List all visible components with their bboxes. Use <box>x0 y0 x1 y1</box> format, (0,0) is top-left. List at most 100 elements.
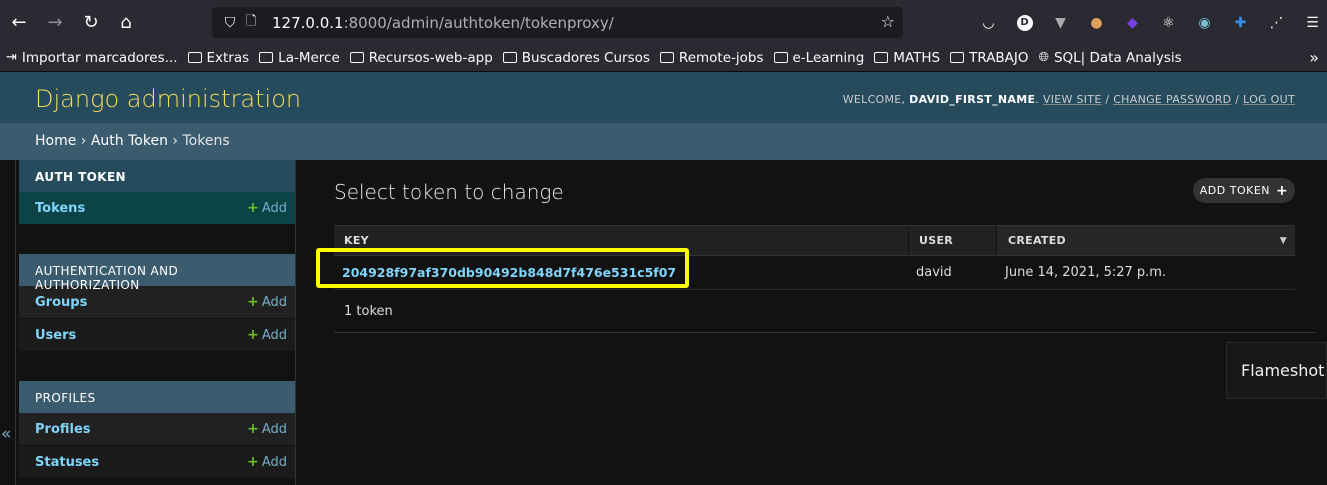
bookmark-star-icon[interactable]: ☆ <box>881 12 895 31</box>
sidebar-item-label[interactable]: Statuses <box>35 455 99 470</box>
home-icon[interactable]: ⌂ <box>108 4 144 40</box>
site-branding[interactable]: Django administration <box>35 85 301 113</box>
bookmark-label: e-Learning <box>792 49 865 66</box>
forward-icon[interactable]: → <box>37 4 73 40</box>
url-host: 127.0.0.1 <box>272 13 344 32</box>
breadcrumb-auth-token[interactable]: Auth Token <box>91 133 168 149</box>
more-bookmarks-icon[interactable]: » <box>1309 48 1319 67</box>
folder-icon <box>950 52 965 63</box>
username: DAVID_FIRST_NAME <box>909 93 1036 106</box>
breadcrumb-separator: › <box>172 133 179 149</box>
sidebar-item-statuses[interactable]: Statuses + Add <box>19 446 295 479</box>
add-link[interactable]: + Add <box>247 421 287 437</box>
menu-icon[interactable]: ☰ <box>1300 10 1325 35</box>
module-profiles: PROFILES Profiles + Add Statuses + Add <box>19 381 295 479</box>
pocket-icon[interactable]: ◡ <box>976 10 1001 35</box>
add-link[interactable]: + Add <box>247 200 287 216</box>
bookmark-item[interactable]: ⇥ Importar marcadores... <box>6 50 178 66</box>
bookmark-item[interactable]: e-Learning <box>773 49 865 66</box>
change-password-link[interactable]: CHANGE PASSWORD <box>1113 93 1231 106</box>
bookmark-label: Buscadores Cursos <box>521 49 650 66</box>
add-link[interactable]: + Add <box>247 327 287 343</box>
sidebar-item-label[interactable]: Tokens <box>35 201 85 216</box>
owl-icon[interactable]: ◉ <box>1192 10 1217 35</box>
user-tools: WELCOME, DAVID_FIRST_NAME. VIEW SITE / C… <box>842 93 1295 106</box>
add-token-label: ADD TOKEN <box>1199 184 1270 197</box>
admin-header: Django administration WELCOME, DAVID_FIR… <box>0 72 1327 123</box>
collapse-icon[interactable]: « <box>1 424 11 444</box>
breadcrumb-home[interactable]: Home <box>35 133 76 149</box>
bookmark-label: Extras <box>206 49 250 66</box>
bookmarks-bar: ⇥ Importar marcadores... Extras La-Merce Rec… <box>0 44 1327 72</box>
module-authentication: AUTHENTICATION AND AUTHORIZATION Groups … <box>19 254 295 352</box>
share-nodes-icon[interactable]: ⋰ <box>1264 10 1289 35</box>
separator: / <box>1105 93 1110 106</box>
sidebar-toggle[interactable]: « <box>0 160 16 485</box>
globe-icon: 🌐︎ <box>1038 50 1049 65</box>
browser-toolbar: ← → ↻ ⌂ ⛉ 🗋 127.0.0.1:8000/admin/authtok… <box>0 0 1327 44</box>
module-caption[interactable]: AUTHENTICATION AND AUTHORIZATION <box>19 254 295 292</box>
column-header-key[interactable]: KEY <box>334 234 908 247</box>
bookmark-item[interactable]: Extras <box>187 49 250 66</box>
url-text[interactable]: 127.0.0.1:8000/admin/authtoken/tokenprox… <box>272 14 614 32</box>
profile-d-icon[interactable]: D <box>1012 10 1037 35</box>
bookmark-item[interactable]: La-Merce <box>259 50 340 66</box>
react-devtools-icon[interactable]: ⚛ <box>1156 10 1181 35</box>
add-label: Add <box>261 455 287 470</box>
welcome-text: WELCOME, <box>842 93 906 106</box>
plus-icon: + <box>247 421 259 437</box>
sidebar-item-profiles[interactable]: Profiles + Add <box>19 413 295 446</box>
bookmark-item[interactable]: MATHS <box>874 50 940 66</box>
sort-desc-icon[interactable]: ▼ <box>1280 236 1287 246</box>
bookmark-item[interactable]: TRABAJO <box>950 50 1029 66</box>
module-caption[interactable]: PROFILES <box>19 381 295 413</box>
log-out-link[interactable]: LOG OUT <box>1243 93 1295 106</box>
column-header-created[interactable]: CREATED ▼ <box>996 226 1295 255</box>
add-label: Add <box>261 422 287 437</box>
highlight-box <box>316 248 689 288</box>
bookmark-label: Importar marcadores... <box>21 49 178 66</box>
blue-tool-icon[interactable]: ✚ <box>1228 10 1253 35</box>
view-site-link[interactable]: VIEW SITE <box>1043 93 1102 106</box>
breadcrumb-separator: › <box>80 133 87 149</box>
cookie-icon[interactable]: ● <box>1084 10 1109 35</box>
add-link[interactable]: + Add <box>247 454 287 470</box>
token-created: June 14, 2021, 5:27 p.m. <box>1005 265 1167 280</box>
add-token-button[interactable]: ADD TOKEN + <box>1193 178 1295 203</box>
sidebar-item-label[interactable]: Groups <box>35 295 87 310</box>
plus-icon: + <box>247 454 259 470</box>
shield-icon[interactable]: ⛉ <box>220 15 240 31</box>
folder-icon <box>659 52 674 63</box>
sidebar-item-label[interactable]: Profiles <box>35 422 91 437</box>
page-icon[interactable]: 🗋 <box>246 12 262 34</box>
sidebar-item-label[interactable]: Users <box>35 328 76 343</box>
bookmark-label: MATHS <box>893 49 941 66</box>
add-link[interactable]: + Add <box>247 294 287 310</box>
add-label: Add <box>261 295 287 310</box>
extension-icons: ◡ D ▼ ● ◆ ⚛ ◉ ✚ ⋰ ☰ <box>976 10 1325 35</box>
module-caption[interactable]: AUTH TOKEN <box>19 160 295 192</box>
breadcrumb-tokens: Tokens <box>182 133 230 149</box>
plus-icon: + <box>1276 182 1289 199</box>
vue-devtools-icon[interactable]: ▼ <box>1048 10 1073 35</box>
plus-icon: + <box>247 200 259 216</box>
url-path: :8000/admin/authtoken/tokenproxy/ <box>343 13 614 32</box>
folder-icon <box>502 52 517 63</box>
bookmark-label: La-Merce <box>278 49 340 66</box>
reload-icon[interactable]: ↻ <box>73 4 109 40</box>
purple-gem-icon[interactable]: ◆ <box>1120 10 1145 35</box>
module-auth-token: AUTH TOKEN Tokens + Add <box>19 160 295 225</box>
column-header-label: CREATED <box>1008 234 1066 247</box>
sidebar-item-tokens[interactable]: Tokens + Add <box>19 192 295 225</box>
bookmark-item[interactable]: Remote-jobs <box>659 50 764 66</box>
breadcrumb: Home › Auth Token › Tokens <box>0 123 1327 160</box>
url-bar[interactable]: ⛉ 🗋 127.0.0.1:8000/admin/authtoken/token… <box>212 7 903 38</box>
bookmark-item[interactable]: Buscadores Cursos <box>502 49 650 66</box>
bookmark-item[interactable]: Recursos-web-app <box>349 50 493 66</box>
sidebar-item-users[interactable]: Users + Add <box>19 319 295 352</box>
bookmark-item[interactable]: 🌐︎ SQL| Data Analysis <box>1039 50 1182 66</box>
column-header-user[interactable]: USER <box>908 226 996 255</box>
back-icon[interactable]: ← <box>1 4 37 40</box>
profile-d-letter: D <box>1016 14 1033 31</box>
import-icon: ⇥ <box>6 50 17 65</box>
